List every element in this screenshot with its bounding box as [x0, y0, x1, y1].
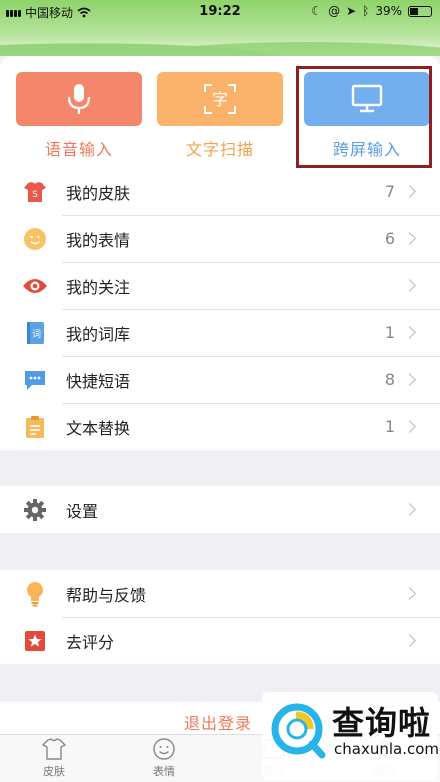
emoji-face-icon — [22, 226, 48, 252]
gear-icon — [22, 497, 48, 523]
location-icon: ➤ — [346, 4, 357, 18]
menu-group-settings: 设置 — [0, 486, 440, 533]
highlight-box — [296, 66, 432, 168]
menu-item-my-follows[interactable]: 我的关注 — [0, 262, 440, 309]
menu-item-my-dictionary[interactable]: 词 我的词库 1 — [0, 309, 440, 356]
menu-item-rate-app[interactable]: 去评分 — [0, 617, 440, 664]
menu-group-personal: S 我的皮肤 7 我的表情 6 我的关注 词 我的词库 1 快捷短语 8 文本替… — [0, 168, 440, 450]
chevron-right-icon — [403, 587, 416, 600]
voice-input-button[interactable]: 语音输入 — [16, 72, 142, 162]
menu-item-label: 去评分 — [66, 632, 115, 652]
tab-emoji[interactable]: 表情 — [134, 735, 194, 779]
microphone-icon — [67, 84, 91, 114]
chevron-right-icon — [403, 373, 416, 386]
menu-item-count: 7 — [384, 182, 395, 201]
text-scan-icon: 字 — [204, 84, 236, 114]
watermark-chinese: 查询啦 — [332, 704, 432, 742]
watermark-site: chaxunla.com — [334, 740, 439, 758]
tab-label: 皮肤 — [43, 765, 65, 778]
menu-item-count: 8 — [384, 370, 395, 389]
chevron-right-icon — [403, 185, 416, 198]
menu-item-count: 1 — [384, 417, 395, 436]
skin-shirt-icon: S — [22, 179, 48, 205]
watermark-logo-icon — [271, 703, 326, 759]
menu-item-settings[interactable]: 设置 — [0, 486, 440, 533]
menu-item-label: 我的表情 — [66, 230, 131, 250]
svg-text:S: S — [32, 190, 38, 200]
menu-item-my-skins[interactable]: S 我的皮肤 7 — [0, 168, 440, 215]
bluetooth-icon: ᛒ — [362, 4, 370, 18]
lock-rotation-icon: @ — [328, 4, 341, 18]
chat-bubble-icon — [22, 367, 48, 393]
menu-item-label: 设置 — [66, 501, 99, 521]
tab-label: 表情 — [153, 765, 175, 778]
menu-group-support: 帮助与反馈 去评分 — [0, 570, 440, 664]
watermark: 查询啦 chaxunla.com — [262, 692, 439, 780]
menu-item-help-feedback[interactable]: 帮助与反馈 — [0, 570, 440, 617]
svg-text:字: 字 — [212, 90, 228, 109]
menu-item-text-replacement[interactable]: 文本替换 1 — [0, 403, 440, 450]
battery-percent: 39% — [375, 4, 402, 18]
clipboard-icon — [22, 414, 48, 440]
chevron-right-icon — [403, 634, 416, 647]
chevron-right-icon — [403, 232, 416, 245]
menu-item-count: 6 — [384, 229, 395, 248]
menu-item-label: 我的皮肤 — [66, 183, 131, 203]
moon-icon: ☾ — [311, 4, 323, 18]
battery-icon — [408, 5, 432, 17]
tab-skins[interactable]: 皮肤 — [24, 735, 84, 779]
quick-actions: 语音输入 字 文字扫描 跨屏输入 — [0, 56, 440, 168]
menu-item-label: 文本替换 — [66, 418, 131, 438]
chevron-right-icon — [403, 326, 416, 339]
star-icon — [22, 628, 48, 654]
chevron-right-icon — [403, 420, 416, 433]
shirt-icon — [42, 738, 66, 760]
voice-input-label: 语音输入 — [44, 140, 113, 159]
menu-item-label: 我的词库 — [66, 324, 131, 344]
chevron-right-icon — [403, 503, 416, 516]
menu-item-label: 我的关注 — [66, 277, 131, 297]
lightbulb-icon — [22, 581, 48, 607]
eye-icon — [22, 273, 48, 299]
header-background — [0, 30, 440, 56]
svg-text:词: 词 — [32, 329, 41, 340]
logout-label: 退出登录 — [184, 714, 253, 733]
smiley-icon — [153, 738, 175, 760]
dictionary-book-icon: 词 — [22, 320, 48, 346]
chevron-right-icon — [403, 279, 416, 292]
text-scan-button[interactable]: 字 文字扫描 — [157, 72, 283, 162]
status-bar: 中国移动 19:22 ☾ @ ➤ ᛒ 39% — [0, 0, 440, 56]
menu-item-label: 快捷短语 — [66, 371, 131, 391]
menu-item-label: 帮助与反馈 — [66, 585, 147, 605]
menu-item-quick-phrases[interactable]: 快捷短语 8 — [0, 356, 440, 403]
text-scan-label: 文字扫描 — [185, 140, 254, 159]
menu-item-count: 1 — [384, 323, 395, 342]
menu-item-my-emoji[interactable]: 我的表情 6 — [0, 215, 440, 262]
